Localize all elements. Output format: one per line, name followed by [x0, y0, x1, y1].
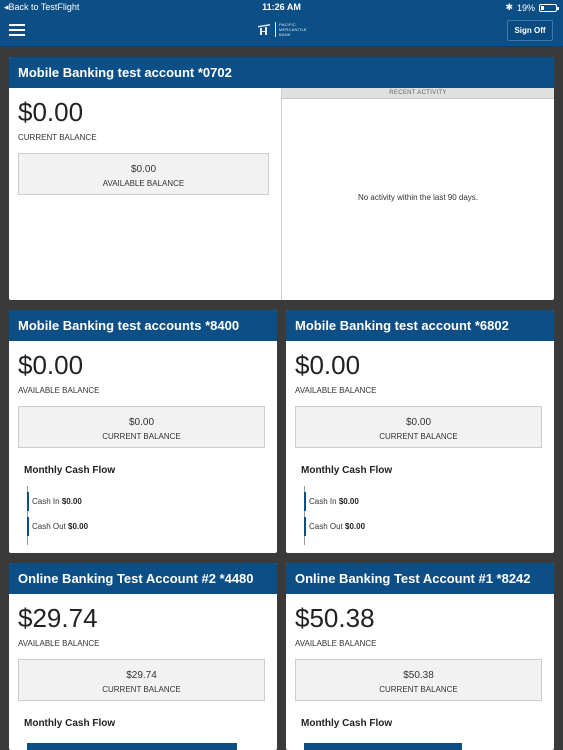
cash-out-bar — [304, 517, 306, 536]
current-balance-box: $0.00 CURRENT BALANCE — [18, 406, 265, 448]
cash-out-label: Cash Out — [32, 522, 66, 531]
monthly-cash-flow-title: Monthly Cash Flow — [301, 465, 393, 476]
available-balance-amount: $0.00 — [18, 350, 84, 380]
current-balance-amount: $0.00 — [18, 97, 84, 127]
cash-in-bar — [27, 743, 237, 750]
cash-in-bar — [27, 492, 29, 511]
app-nav-bar: PACIFIC MERCANTILE BANK Sign Off — [0, 14, 563, 47]
current-balance-label: CURRENT BALANCE — [18, 133, 97, 142]
cash-out-row: Cash Out $0.00 — [27, 517, 147, 536]
account-card-0702[interactable]: Mobile Banking test account *0702 $0.00 … — [9, 57, 554, 300]
available-balance-label: AVAILABLE BALANCE — [102, 179, 185, 188]
account-title[interactable]: Mobile Banking test account *6802 — [286, 310, 554, 341]
monthly-cash-flow-title: Monthly Cash Flow — [24, 465, 116, 476]
recent-activity-message: No activity within the last 90 days. — [357, 193, 479, 202]
recent-activity-panel: RECENT ACTIVITY No activity within the l… — [281, 88, 554, 300]
cash-out-label: Cash Out — [309, 522, 343, 531]
bluetooth-icon: ✱ — [505, 2, 513, 12]
current-balance-box: $29.74 CURRENT BALANCE — [18, 659, 265, 701]
account-title[interactable]: Mobile Banking test account *0702 — [9, 57, 554, 88]
cash-in-bar — [304, 743, 462, 750]
battery-percent: 19% — [516, 2, 535, 13]
cash-in-row: Cash In $0.00 — [304, 492, 424, 511]
account-card-8400[interactable]: Mobile Banking test accounts *8400 $0.00… — [9, 310, 277, 553]
current-balance-label: CURRENT BALANCE — [379, 432, 458, 441]
current-balance-amount: $0.00 — [405, 417, 432, 428]
account-card-6802[interactable]: Mobile Banking test account *6802 $0.00 … — [286, 310, 554, 553]
available-balance-label: AVAILABLE BALANCE — [18, 639, 100, 648]
available-balance-label: AVAILABLE BALANCE — [295, 386, 377, 395]
available-balance-amount: $0.00 — [130, 164, 157, 175]
recent-activity-header: RECENT ACTIVITY — [282, 88, 554, 99]
cash-in-value: $0.00 — [61, 497, 82, 506]
current-balance-amount: $0.00 — [128, 417, 155, 428]
monthly-cash-flow-title: Monthly Cash Flow — [24, 718, 116, 729]
cash-in-row: Cash In $0.00 — [27, 492, 147, 511]
status-right: ✱ 19% — [505, 2, 559, 13]
bank-logo-text: PACIFIC MERCANTILE BANK — [275, 21, 307, 37]
current-balance-label: CURRENT BALANCE — [379, 685, 458, 694]
available-balance-label: AVAILABLE BALANCE — [18, 386, 100, 395]
current-balance-box: $50.38 CURRENT BALANCE — [295, 659, 542, 701]
account-title[interactable]: Mobile Banking test accounts *8400 — [9, 310, 277, 341]
current-balance-label: CURRENT BALANCE — [102, 685, 181, 694]
available-balance-label: AVAILABLE BALANCE — [295, 639, 377, 648]
cash-in-bar — [304, 492, 306, 511]
current-balance-label: CURRENT BALANCE — [102, 432, 181, 441]
current-balance-amount: $50.38 — [403, 670, 434, 681]
cash-out-value: $0.00 — [68, 522, 89, 531]
available-balance-amount: $50.38 — [295, 603, 375, 633]
current-balance-box: $0.00 CURRENT BALANCE — [295, 406, 542, 448]
available-balance-box: $0.00 AVAILABLE BALANCE — [18, 153, 269, 195]
status-time: 11:26 AM — [262, 2, 301, 12]
cash-in-label: Cash In — [32, 497, 60, 506]
sign-off-button[interactable]: Sign Off — [507, 20, 553, 41]
battery-icon — [539, 3, 559, 12]
monthly-cash-flow-title: Monthly Cash Flow — [301, 718, 393, 729]
current-balance-amount: $29.74 — [126, 670, 157, 681]
account-card-4480[interactable]: Online Banking Test Account #2 *4480 $29… — [9, 563, 277, 750]
cash-in-value: $0.00 — [338, 497, 359, 506]
available-balance-amount: $29.74 — [18, 603, 98, 633]
menu-icon[interactable] — [9, 23, 25, 37]
account-title[interactable]: Online Banking Test Account #2 *4480 — [9, 563, 277, 594]
cash-out-bar — [27, 517, 29, 536]
cash-out-value: $0.00 — [345, 522, 366, 531]
cash-in-label: Cash In — [309, 497, 337, 506]
bank-logo-icon — [258, 24, 270, 35]
cash-out-row: Cash Out $0.00 — [304, 517, 424, 536]
account-title[interactable]: Online Banking Test Account #1 *8242 — [286, 563, 554, 594]
bank-logo: PACIFIC MERCANTILE BANK — [256, 21, 307, 37]
account-card-8242[interactable]: Online Banking Test Account #1 *8242 $50… — [286, 563, 554, 750]
status-bar: ◂Back to TestFlight 11:26 AM ✱ 19% — [0, 0, 563, 14]
available-balance-amount: $0.00 — [295, 350, 361, 380]
